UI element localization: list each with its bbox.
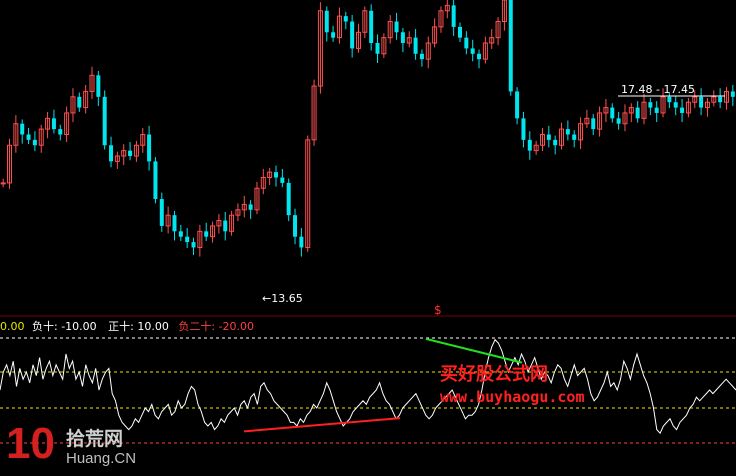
legend-pos10: 正十: 10.00 xyxy=(108,320,169,333)
trendline xyxy=(243,417,401,433)
logo-cn: 拾荒网 xyxy=(66,428,124,450)
logo-number: 10 xyxy=(6,419,55,468)
logo-en: Huang.CN xyxy=(66,450,137,467)
indicator-chart xyxy=(0,315,736,444)
legend-neg20: 负二十: -20.00 xyxy=(178,320,255,333)
indicator-legend: 0.00 负十: -10.00 正十: 10.00 负二十: -20.00 xyxy=(0,318,255,333)
watermark-site-url: www.buyhaogu.com xyxy=(440,388,585,406)
chart-root: 17.48 - 17.45 ←13.65 $ 0.00 负十: -10.00 正十:… xyxy=(0,0,736,476)
watermark-site-name: 买好股公式网 xyxy=(440,364,548,385)
logo: 10 拾荒网 Huang.CN xyxy=(6,420,136,472)
legend-neg10: 负十: -10.00 xyxy=(32,320,97,333)
legend-zero: 0.00 xyxy=(0,320,25,333)
